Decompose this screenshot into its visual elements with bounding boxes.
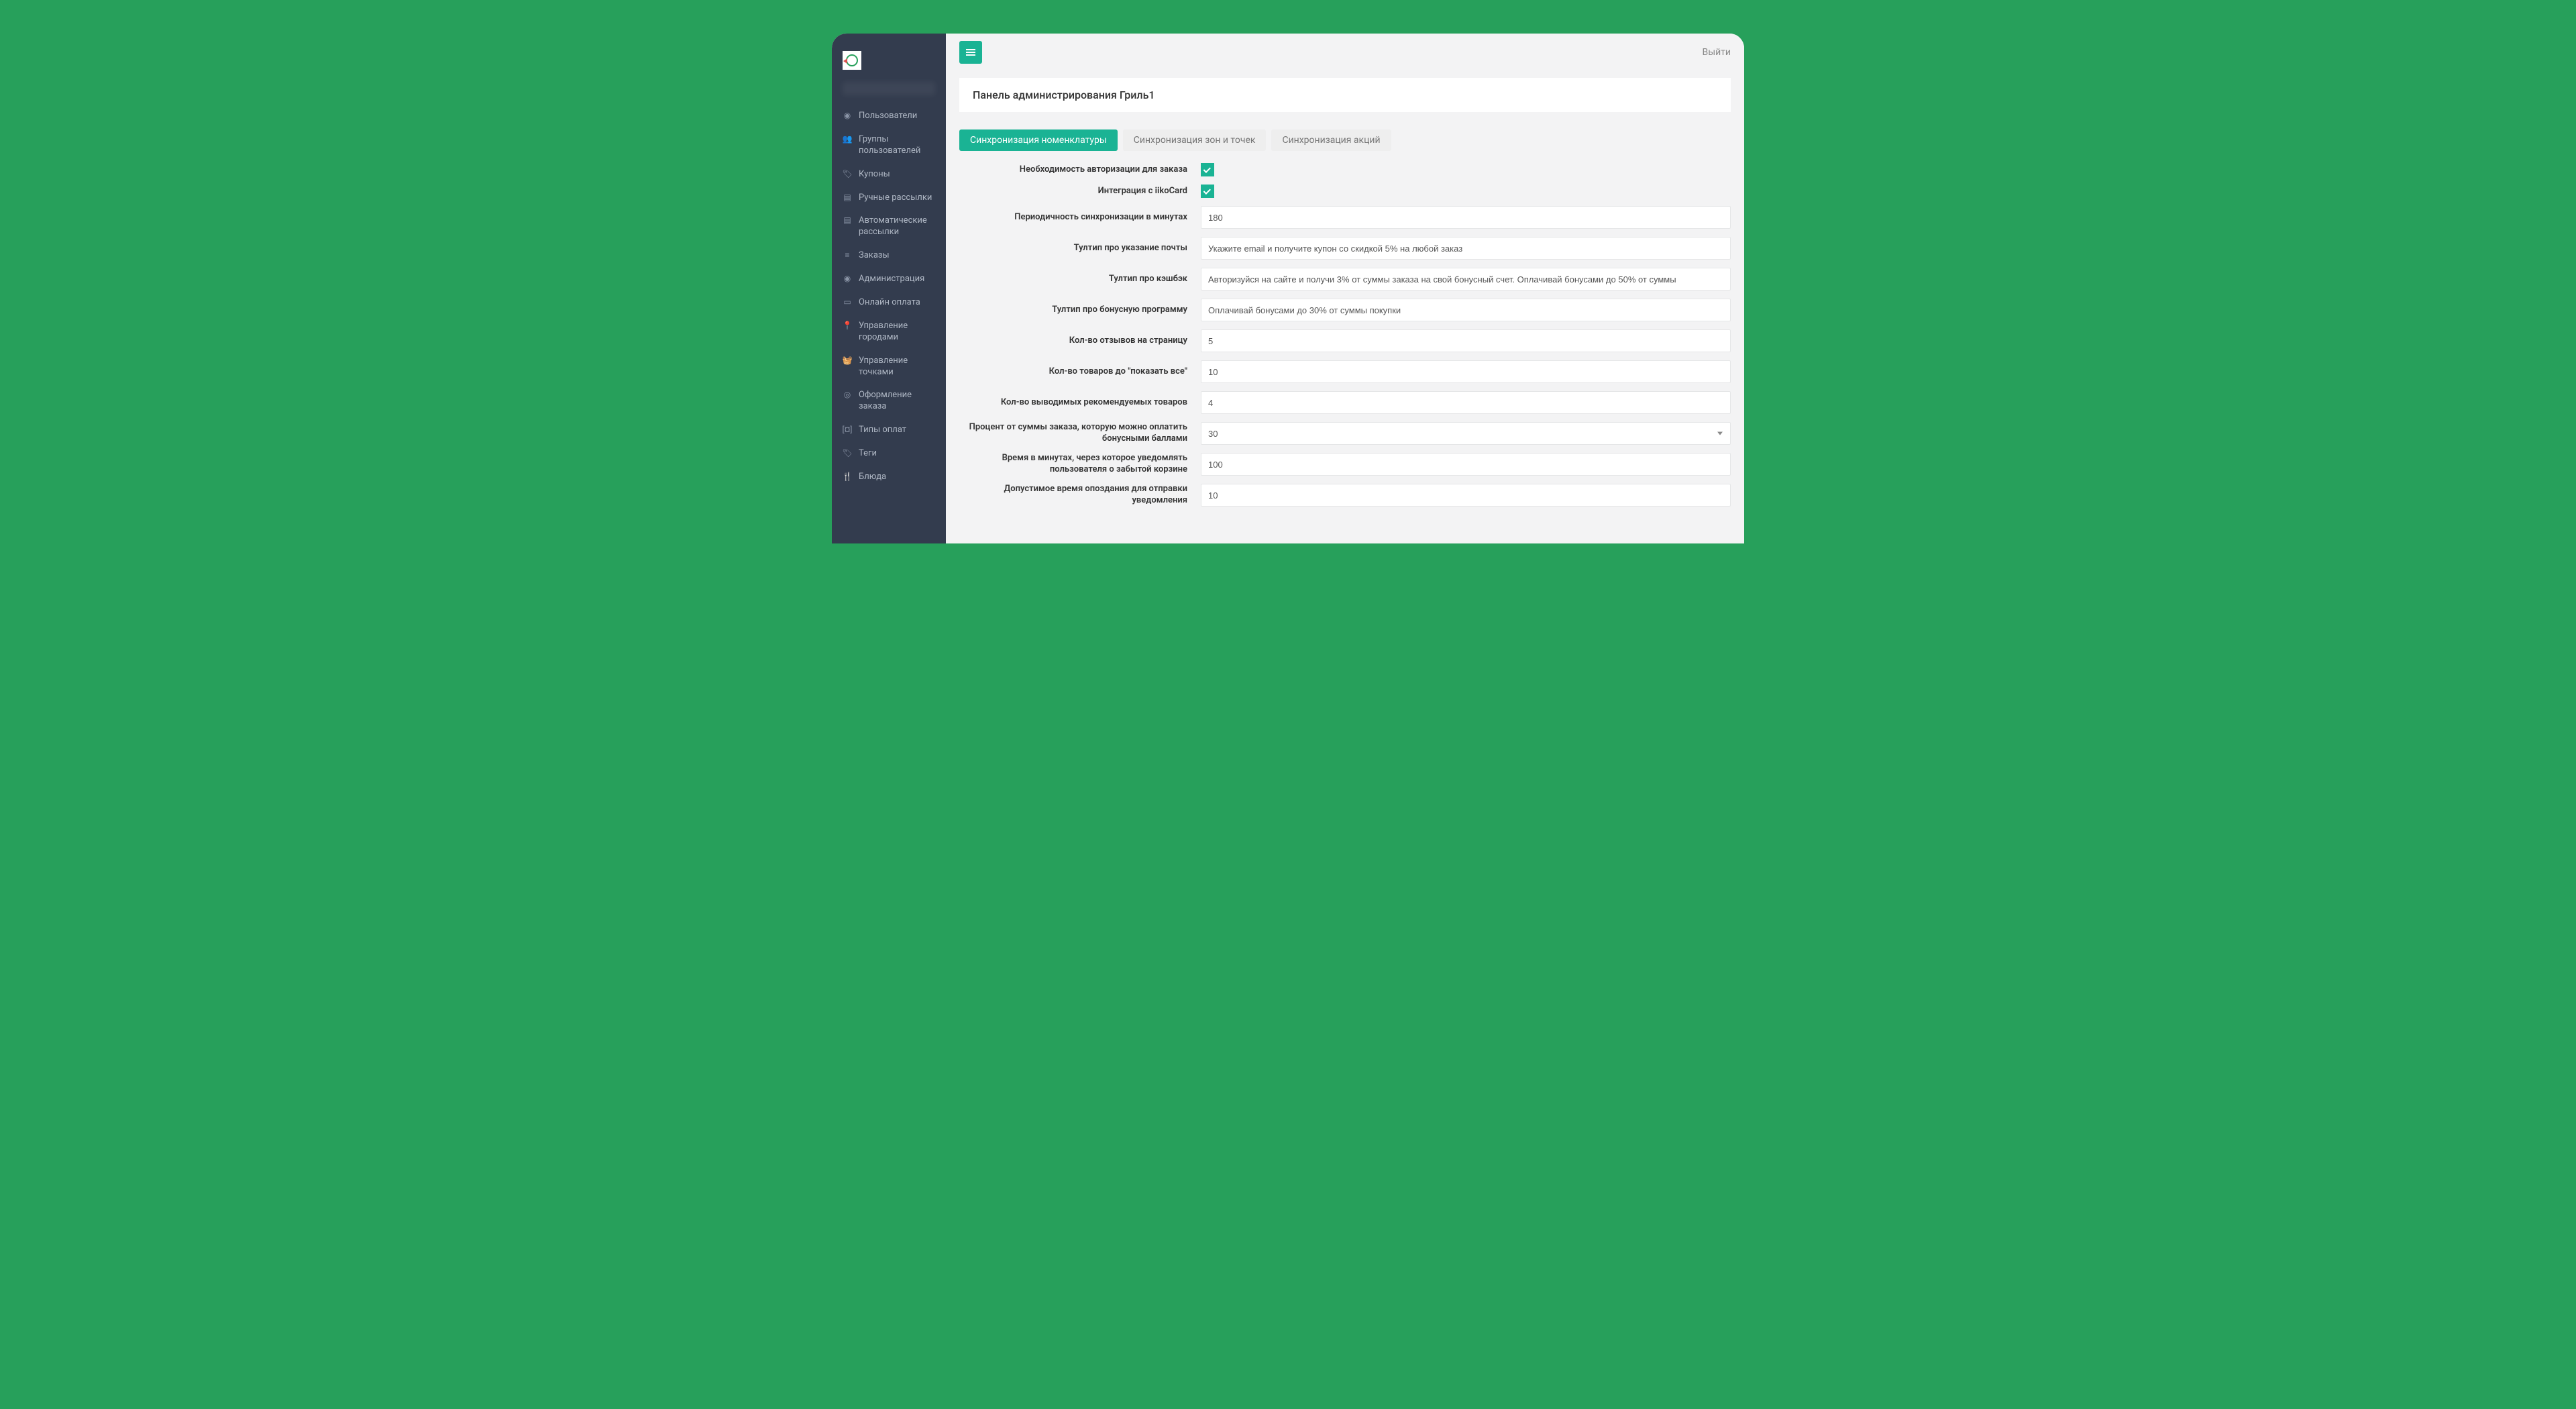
content: Панель администрирования Гриль1 Синхрони… — [946, 71, 1744, 528]
sidebar-item-orders[interactable]: ≡ Заказы — [832, 244, 946, 268]
row-sync-period: Периодичность синхронизации в минутах — [959, 206, 1731, 229]
input-sync-period[interactable] — [1201, 206, 1731, 229]
row-tooltip-bonus: Тултип про бонусную программу — [959, 299, 1731, 321]
tab-sync-nomenclature[interactable]: Синхронизация номенклатуры — [959, 129, 1118, 151]
sidebar-item-label: Управление точками — [859, 356, 935, 378]
label-reviews-per-page: Кол-во отзывов на страницу — [959, 335, 1201, 347]
admin-icon: ◉ — [843, 274, 852, 284]
burger-button[interactable] — [959, 41, 982, 64]
label-sync-period: Периодичность синхронизации в минутах — [959, 212, 1201, 223]
pin-icon: 📍 — [843, 321, 852, 331]
sidebar-item-label: Автоматические рассылки — [859, 215, 935, 238]
sidebar-item-manual-mailings[interactable]: ▤ Ручные рассылки — [832, 187, 946, 210]
label-products-show-all: Кол-во товаров до "показать все" — [959, 366, 1201, 378]
label-auth-required: Необходимость авторизации для заказа — [959, 164, 1201, 176]
label-bonus-percent: Процент от суммы заказа, которую можно о… — [959, 422, 1201, 445]
row-products-show-all: Кол-во товаров до "показать все" — [959, 360, 1731, 383]
sidebar-item-tags[interactable]: 🏷 Теги — [832, 442, 946, 466]
main: Выйти Панель администрирования Гриль1 Си… — [946, 34, 1744, 543]
logo — [843, 51, 861, 70]
sidebar-item-label: Оформление заказа — [859, 390, 935, 413]
tabs: Синхронизация номенклатуры Синхронизация… — [959, 129, 1731, 151]
sidebar-org-label — [843, 82, 935, 95]
label-cart-remind: Время в минутах, через которое уведомлят… — [959, 453, 1201, 476]
sidebar-item-label: Пользователи — [859, 111, 917, 122]
tab-sync-zones[interactable]: Синхронизация зон и точек — [1123, 129, 1267, 151]
sidebar-item-label: Управление городами — [859, 321, 935, 344]
sidebar-item-checkout[interactable]: ◎ Оформление заказа — [832, 384, 946, 419]
sidebar: ◉ Пользователи 👥 Группы пользователей 🏷 … — [832, 34, 946, 543]
basket-icon: 🧺 — [843, 356, 852, 366]
select-bonus-percent[interactable]: 30 — [1201, 422, 1731, 445]
sidebar-item-label: Администрация — [859, 274, 924, 285]
label-tooltip-cashback: Тултип про кэшбэк — [959, 274, 1201, 285]
sidebar-item-label: Группы пользователей — [859, 134, 935, 157]
sidebar-item-label: Ручные рассылки — [859, 193, 932, 204]
input-reviews-per-page[interactable] — [1201, 329, 1731, 352]
app-window: ◉ Пользователи 👥 Группы пользователей 🏷 … — [832, 34, 1744, 543]
page-title: Панель администрирования Гриль1 — [959, 78, 1731, 112]
sidebar-item-cities[interactable]: 📍 Управление городами — [832, 315, 946, 350]
row-auth-required: Необходимость авторизации для заказа — [959, 163, 1731, 176]
card-icon: ▭ — [843, 297, 852, 308]
logo-icon — [846, 54, 858, 66]
input-tooltip-bonus[interactable] — [1201, 299, 1731, 321]
label-recommended-count: Кол-во выводимых рекомендуемых товаров — [959, 397, 1201, 409]
tag-icon: 🏷 — [843, 169, 852, 180]
row-recommended-count: Кол-во выводимых рекомендуемых товаров — [959, 391, 1731, 414]
sidebar-item-auto-mailings[interactable]: ▤ Автоматические рассылки — [832, 209, 946, 244]
row-tooltip-cashback: Тултип про кэшбэк — [959, 268, 1731, 291]
row-tooltip-email: Тултип про указание почты — [959, 237, 1731, 260]
mail-icon: ▤ — [843, 193, 852, 203]
input-tooltip-cashback[interactable] — [1201, 268, 1731, 291]
sidebar-item-admin[interactable]: ◉ Администрация — [832, 268, 946, 291]
checkout-icon: ◎ — [843, 390, 852, 401]
sidebar-item-label: Заказы — [859, 250, 890, 262]
tab-sync-promos[interactable]: Синхронизация акций — [1271, 129, 1391, 151]
sidebar-item-users[interactable]: ◉ Пользователи — [832, 105, 946, 128]
checkbox-auth-required[interactable] — [1201, 163, 1214, 176]
sidebar-item-label: Блюда — [859, 472, 886, 483]
check-icon — [1203, 187, 1211, 195]
sidebar-item-dishes[interactable]: 🍴 Блюда — [832, 466, 946, 489]
sidebar-item-online-payment[interactable]: ▭ Онлайн оплата — [832, 291, 946, 315]
sidebar-item-coupons[interactable]: 🏷 Купоны — [832, 163, 946, 187]
input-cart-remind[interactable] — [1201, 453, 1731, 476]
tags-icon: 🏷 — [843, 448, 852, 459]
label-iiko: Интеграция с iikoCard — [959, 186, 1201, 197]
row-reviews-per-page: Кол-во отзывов на страницу — [959, 329, 1731, 352]
mail-auto-icon: ▤ — [843, 215, 852, 226]
sidebar-item-label: Онлайн оплата — [859, 297, 920, 309]
label-tooltip-email: Тултип про указание почты — [959, 243, 1201, 254]
input-tooltip-email[interactable] — [1201, 237, 1731, 260]
sidebar-item-label: Купоны — [859, 169, 890, 180]
row-bonus-percent: Процент от суммы заказа, которую можно о… — [959, 422, 1731, 445]
money-icon: [¤] — [843, 425, 852, 435]
burger-icon — [966, 52, 975, 53]
sidebar-item-payment-types[interactable]: [¤] Типы оплат — [832, 419, 946, 442]
input-recommended-count[interactable] — [1201, 391, 1731, 414]
sidebar-item-label: Теги — [859, 448, 877, 460]
sidebar-item-points[interactable]: 🧺 Управление точками — [832, 350, 946, 384]
check-icon — [1203, 166, 1211, 173]
row-late-time: Допустимое время опоздания для отправки … — [959, 484, 1731, 507]
input-late-time[interactable] — [1201, 484, 1731, 507]
users-icon: 👥 — [843, 134, 852, 145]
row-cart-remind: Время в минутах, через которое уведомлят… — [959, 453, 1731, 476]
user-icon: ◉ — [843, 111, 852, 121]
topbar: Выйти — [946, 34, 1744, 71]
input-products-show-all[interactable] — [1201, 360, 1731, 383]
settings-form: Необходимость авторизации для заказа Инт… — [959, 163, 1731, 507]
dish-icon: 🍴 — [843, 472, 852, 482]
label-tooltip-bonus: Тултип про бонусную программу — [959, 305, 1201, 316]
sidebar-item-user-groups[interactable]: 👥 Группы пользователей — [832, 128, 946, 163]
checkbox-iiko[interactable] — [1201, 185, 1214, 198]
row-iiko: Интеграция с iikoCard — [959, 185, 1731, 198]
logout-link[interactable]: Выйти — [1703, 47, 1731, 58]
label-late-time: Допустимое время опоздания для отправки … — [959, 484, 1201, 507]
sidebar-item-label: Типы оплат — [859, 425, 906, 436]
list-icon: ≡ — [843, 250, 852, 261]
